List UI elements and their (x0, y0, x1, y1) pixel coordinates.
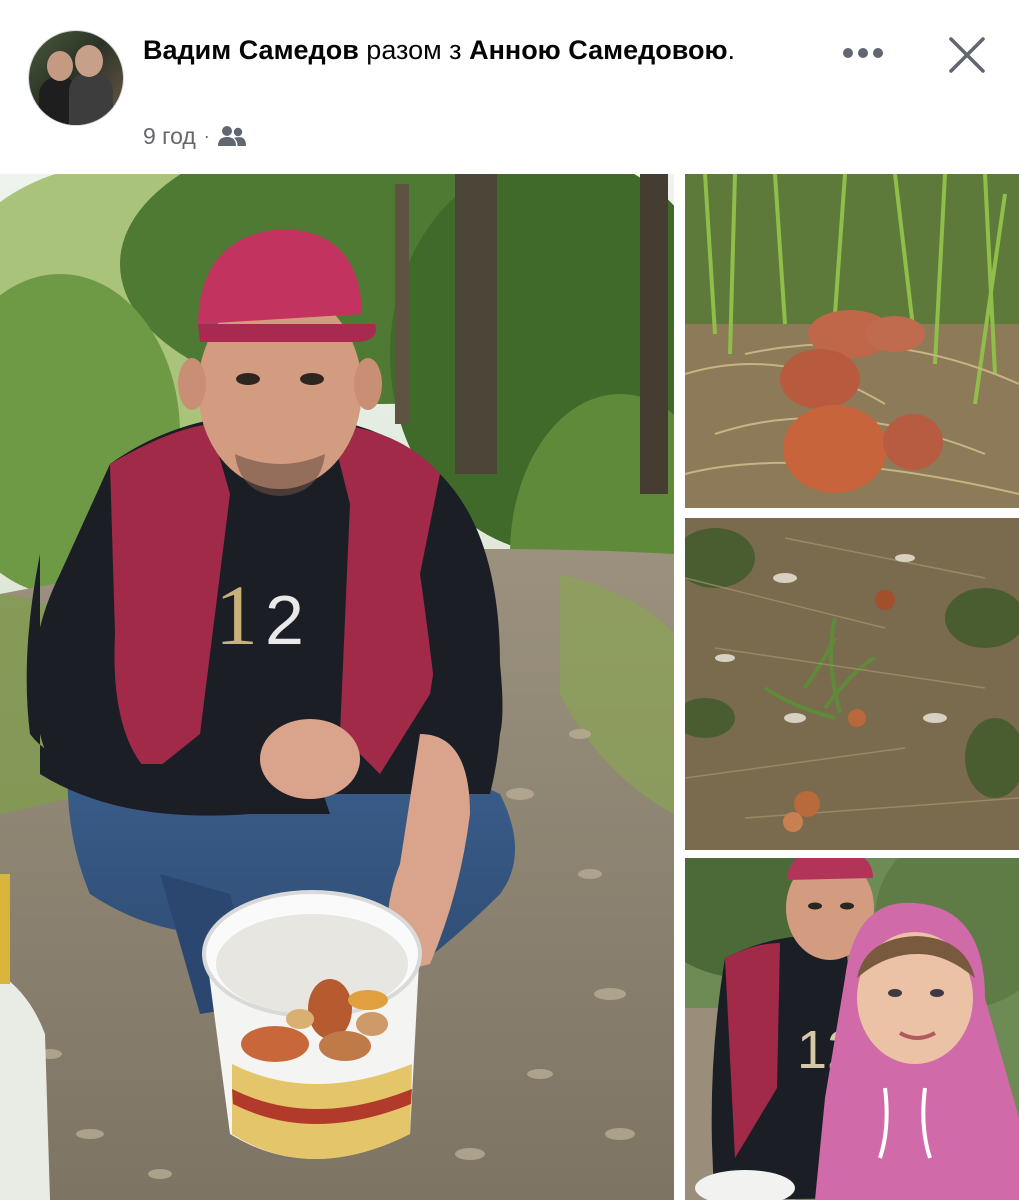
shirt-print-digit: 1 (215, 567, 258, 663)
friends-icon (217, 126, 246, 146)
more-options-button[interactable] (836, 30, 890, 76)
mushrooms-in-grass-photo[interactable] (685, 174, 1019, 508)
more-horizontal-icon (843, 48, 883, 58)
man-with-mushroom-bucket-photo[interactable]: 1 2 (0, 174, 674, 1200)
post-timestamp[interactable]: 9 год (143, 123, 196, 150)
post-meta: 9 год · (143, 118, 246, 154)
post-title: Вадим Самедов разом з Анною Самедовою. (143, 26, 783, 74)
connector-text: разом з (358, 35, 470, 65)
close-button[interactable] (940, 28, 994, 82)
tagged-person-link[interactable]: Анною Самедовою (469, 35, 727, 65)
author-avatar[interactable] (28, 30, 124, 126)
post-header: Вадим Самедов разом з Анною Самедовою. 9… (0, 0, 1019, 172)
couple-selfie-photo[interactable]: 12 (685, 858, 1019, 1200)
title-period: . (727, 35, 736, 65)
shirt-print-digit: 2 (265, 581, 304, 659)
close-icon (949, 37, 985, 73)
forest-floor-mushrooms-photo[interactable] (685, 518, 1019, 850)
author-name-link[interactable]: Вадим Самедов (143, 35, 359, 65)
meta-separator: · (203, 125, 210, 146)
